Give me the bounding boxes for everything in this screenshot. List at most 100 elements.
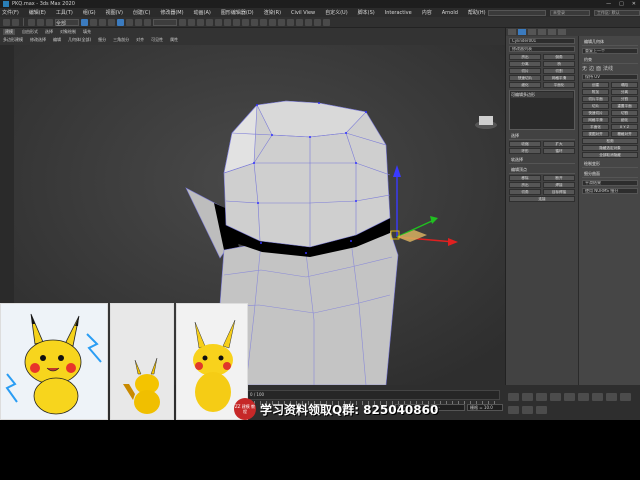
render-icon[interactable]	[323, 18, 330, 26]
constraint-face-radio[interactable]: 面	[596, 65, 601, 72]
ribbon-tab-selection[interactable]: 选择	[45, 29, 53, 35]
next-frame-icon[interactable]	[564, 393, 575, 401]
menu-modifiers[interactable]: 修改器(M)	[160, 9, 183, 16]
schematic-view-icon[interactable]	[287, 18, 294, 26]
percent-snap-icon[interactable]	[224, 18, 231, 26]
bridge-button[interactable]: 桥	[543, 61, 575, 67]
ribbon-tab-populate[interactable]: 填充	[83, 29, 91, 35]
pan-icon[interactable]	[522, 405, 533, 414]
geometry-cut-button[interactable]: 切割	[611, 110, 638, 116]
spinner-snap-icon[interactable]	[233, 18, 240, 26]
menu-create[interactable]: 创建(C)	[133, 9, 150, 16]
geometry-slice-button[interactable]: 切片	[582, 103, 609, 109]
render-frame-icon[interactable]	[314, 18, 321, 26]
cut-button[interactable]: 切割	[543, 68, 575, 74]
create-tab-icon[interactable]	[508, 29, 516, 35]
menu-scripting[interactable]: 脚本(S)	[358, 9, 375, 16]
constraint-none-radio[interactable]: 无	[582, 65, 587, 72]
workspace-dropdown[interactable]: 工作区: 默认	[594, 9, 640, 16]
slice-button[interactable]: 切片	[509, 68, 541, 74]
create-button[interactable]: 创建	[582, 82, 609, 88]
ribbon-panel-edit[interactable]: 编辑	[53, 37, 61, 43]
vertex[interactable]	[271, 134, 273, 136]
menu-content[interactable]: 内容	[422, 9, 432, 16]
modifier-list-dropdown[interactable]: 修改器列表	[509, 46, 575, 52]
slice-plane-button[interactable]: 切片平面	[582, 96, 609, 102]
constraint-normal-radio[interactable]: 法线	[603, 65, 613, 72]
collapse-button[interactable]: 塌陷	[611, 82, 638, 88]
bind-space-warp-icon[interactable]	[46, 18, 53, 26]
vertex[interactable]	[350, 240, 352, 242]
vertex[interactable]	[305, 252, 307, 254]
scale-icon[interactable]	[135, 18, 142, 26]
stack-item-editable-poly[interactable]: 可编辑多边形	[511, 92, 573, 98]
reset-plane-button[interactable]: 重置平面	[611, 103, 638, 109]
reference-coordinate-dropdown[interactable]	[153, 18, 177, 26]
edit-geometry-rollout[interactable]: 编辑几何体	[582, 39, 638, 46]
smooth-result-checkbox[interactable]: 平滑结果	[582, 180, 638, 186]
modify-tab-icon[interactable]	[518, 29, 526, 35]
target-weld-button[interactable]: 目标焊接	[543, 189, 575, 195]
menu-edit[interactable]: 编辑(E)	[29, 9, 46, 16]
chamfer-button[interactable]: 切角	[509, 189, 541, 195]
select-object-icon[interactable]	[81, 18, 88, 26]
curve-editor-icon[interactable]	[278, 18, 285, 26]
go-to-start-icon[interactable]	[522, 393, 533, 401]
relax-button[interactable]: 松弛	[582, 138, 638, 144]
meshsmooth-button[interactable]: 网格平滑	[543, 75, 575, 81]
vertex[interactable]	[365, 111, 367, 113]
menu-customize[interactable]: 自定义(U)	[325, 9, 348, 16]
material-editor-icon[interactable]	[296, 18, 303, 26]
search-input[interactable]	[488, 9, 546, 16]
grow-button[interactable]: 扩大	[543, 141, 575, 147]
paint-deformation-rollout[interactable]: 绘制变形	[582, 161, 638, 168]
modifier-stack[interactable]: 可编辑多边形	[509, 90, 575, 130]
break-button[interactable]: 断开	[543, 175, 575, 181]
ribbon-tab-freeform[interactable]: 自由形式	[22, 29, 38, 35]
weld-button[interactable]: 焊接	[543, 182, 575, 188]
close-button[interactable]: ✕	[632, 1, 636, 7]
vertex[interactable]	[318, 102, 320, 104]
menu-interactive[interactable]: Interactive	[385, 10, 412, 16]
snaps-toggle-icon[interactable]	[206, 18, 213, 26]
maximize-viewport-icon[interactable]	[536, 405, 547, 414]
minimize-button[interactable]: —	[606, 1, 611, 7]
menu-rendering[interactable]: 渲染(R)	[264, 9, 281, 16]
rectangular-selection-icon[interactable]	[99, 18, 106, 26]
soft-selection-rollout[interactable]: 软选择	[509, 157, 575, 164]
ribbon-panel-geometry[interactable]: 几何体(全部)	[68, 37, 91, 43]
utilities-tab-icon[interactable]	[558, 29, 566, 35]
placement-icon[interactable]	[144, 18, 151, 26]
vertex[interactable]	[260, 242, 262, 244]
play-icon[interactable]	[550, 393, 561, 401]
selection-filter-dropdown[interactable]: 全部	[55, 18, 79, 27]
menu-file[interactable]: 文件(F)	[2, 9, 19, 16]
object-name-field[interactable]: Cylinder001	[509, 38, 575, 44]
set-key-button[interactable]	[592, 393, 603, 401]
redo-icon[interactable]	[12, 18, 19, 26]
render-setup-icon[interactable]	[305, 18, 312, 26]
vertex[interactable]	[256, 104, 258, 106]
go-to-end-icon[interactable]	[578, 393, 589, 401]
window-crossing-icon[interactable]	[108, 18, 115, 26]
mirror-icon[interactable]	[251, 18, 258, 26]
user-dropdown[interactable]: 未登录	[550, 9, 590, 16]
ribbon-tab-modeling[interactable]: 建模	[3, 29, 15, 35]
rotate-icon[interactable]	[126, 18, 133, 26]
previous-frame-icon[interactable]	[536, 393, 547, 401]
vertex[interactable]	[355, 200, 357, 202]
xyz-buttons[interactable]: X Y Z	[611, 124, 638, 130]
make-planar-button[interactable]: 平面化	[543, 82, 575, 88]
select-by-name-icon[interactable]	[90, 18, 97, 26]
menu-graph-editors[interactable]: 图形编辑器(D)	[221, 9, 254, 16]
maximize-button[interactable]: □	[619, 1, 624, 7]
menu-arnold[interactable]: Arnold	[442, 10, 458, 16]
ribbon-panel-visibility[interactable]: 可见性	[151, 37, 163, 43]
undo-icon[interactable]	[3, 18, 10, 26]
unlink-icon[interactable]	[37, 18, 44, 26]
ribbon-panel-align[interactable]: 对齐	[136, 37, 144, 43]
ring-button[interactable]: 环形	[509, 148, 541, 154]
vertex-extrude-button[interactable]: 挤出	[509, 182, 541, 188]
auto-key-button[interactable]	[508, 393, 519, 401]
geometry-tessellate-button[interactable]: 细化	[611, 117, 638, 123]
